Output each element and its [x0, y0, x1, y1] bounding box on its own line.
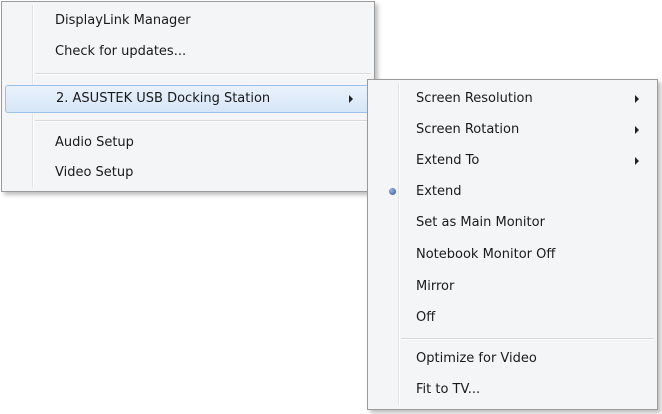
menu-item-audio-setup[interactable]: Audio Setup — [5, 129, 371, 157]
submenu-item-mirror[interactable]: Mirror — [371, 273, 654, 301]
menu-item-label: Off — [416, 310, 436, 325]
menu-separator — [401, 338, 654, 340]
menu-item-docking-station[interactable]: 2. ASUSTEK USB Docking Station — [5, 85, 371, 113]
menu-item-label: Notebook Monitor Off — [416, 247, 556, 262]
submenu-item-extend[interactable]: Extend — [371, 178, 654, 206]
submenu-item-fit-to-tv[interactable]: Fit to TV... — [371, 376, 654, 404]
chevron-right-icon — [635, 157, 639, 165]
menu-item-label: Set as Main Monitor — [416, 215, 545, 230]
menu-item-label: Optimize for Video — [416, 351, 537, 366]
submenu: Screen Resolution Screen Rotation Extend… — [367, 79, 658, 410]
chevron-right-icon — [635, 126, 639, 134]
submenu-item-screen-rotation[interactable]: Screen Rotation — [371, 116, 654, 144]
submenu-item-off[interactable]: Off — [371, 304, 654, 332]
menu-item-label: Extend To — [416, 153, 480, 168]
menu-item-label: Check for updates... — [55, 44, 187, 59]
submenu-item-notebook-monitor-off[interactable]: Notebook Monitor Off — [371, 241, 654, 269]
menu-item-label: Screen Rotation — [416, 122, 520, 137]
menu-item-label: DisplayLink Manager — [55, 13, 191, 28]
menu-item-video-setup[interactable]: Video Setup — [5, 159, 371, 187]
context-menu: DisplayLink Manager Check for updates...… — [1, 1, 375, 192]
chevron-right-icon — [349, 95, 353, 103]
radio-dot-icon — [389, 188, 396, 195]
submenu-item-extend-to[interactable]: Extend To — [371, 147, 654, 175]
menu-item-displaylink-manager[interactable]: DisplayLink Manager — [5, 7, 371, 35]
menu-item-label: Extend — [416, 184, 462, 199]
menu-item-label: Fit to TV... — [416, 382, 481, 397]
menu-item-label: 2. ASUSTEK USB Docking Station — [56, 91, 271, 106]
menu-item-label: Screen Resolution — [416, 91, 533, 106]
submenu-item-screen-resolution[interactable]: Screen Resolution — [371, 85, 654, 113]
submenu-item-set-main-monitor[interactable]: Set as Main Monitor — [371, 209, 654, 237]
menu-item-label: Video Setup — [55, 165, 134, 180]
chevron-right-icon — [635, 95, 639, 103]
menu-item-label: Mirror — [416, 279, 455, 294]
menu-separator — [35, 73, 371, 75]
menu-item-label: Audio Setup — [55, 135, 134, 150]
submenu-item-optimize-video[interactable]: Optimize for Video — [371, 345, 654, 373]
menu-item-check-updates[interactable]: Check for updates... — [5, 38, 371, 66]
menu-separator — [35, 120, 371, 122]
